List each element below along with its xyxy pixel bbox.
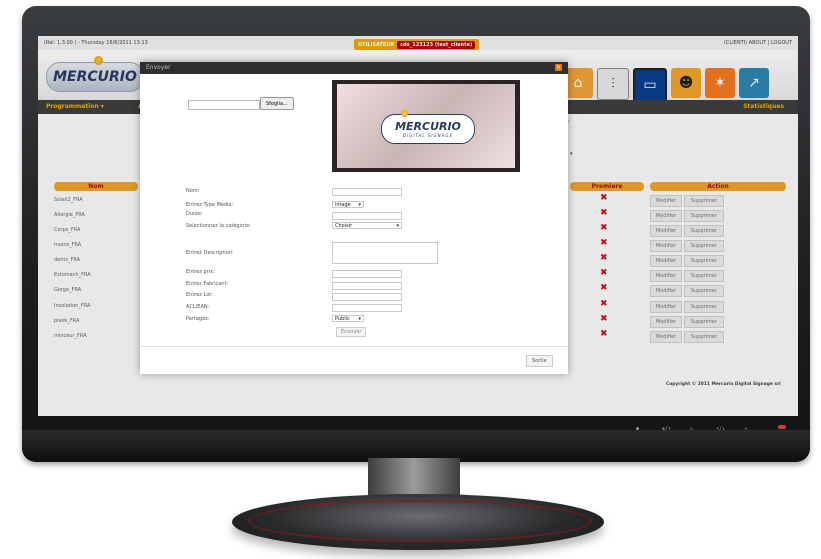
label-lot: Entrez Lot: — [186, 292, 213, 298]
send-button[interactable]: Envoyer — [336, 327, 367, 337]
shared-select-value: Public — [335, 315, 350, 322]
dialog-title: Envoyer — [146, 64, 171, 71]
screen: (Rel: 1.3.00 ) - Thursday 16/6/2011 13:1… — [38, 36, 798, 416]
category-select[interactable]: Choisir ▾ — [332, 222, 402, 229]
label-type: Entrez Type Media: — [186, 202, 234, 208]
monitor-base-ring — [248, 500, 592, 542]
browse-button[interactable]: Sfoglia... — [260, 97, 294, 110]
price-input[interactable] — [332, 270, 402, 278]
shared-select[interactable]: Public ▾ — [332, 315, 364, 322]
monitor-button[interactable]: ◂ — [744, 426, 747, 432]
dialog-footer-divider — [140, 346, 568, 347]
lot-input[interactable] — [332, 293, 402, 301]
label-price: Entrez prix: — [186, 269, 215, 275]
monitor-button[interactable]: ▪/▾ — [662, 426, 671, 432]
monitor-button[interactable]: ▾/▴ — [716, 426, 725, 432]
duration-input[interactable] — [332, 212, 402, 220]
file-path-input[interactable] — [188, 100, 260, 110]
label-category: Sélectionnez la catégorie: — [186, 223, 251, 229]
upload-dialog: Envoyer × Sfoglia... MERCURIO DIGITAL SI… — [140, 62, 568, 374]
power-led[interactable] — [778, 425, 786, 429]
chevron-down-icon: ▾ — [396, 222, 399, 229]
name-input[interactable] — [332, 188, 402, 196]
preview-logo-sub: DIGITAL SIGNAGE — [402, 133, 454, 138]
monitor-button[interactable]: ▭ — [690, 426, 693, 432]
exit-button[interactable]: Sortie — [526, 355, 553, 367]
label-ean: ACL/EAN: — [186, 304, 210, 310]
type-select[interactable]: image ▾ — [332, 201, 364, 208]
chevron-down-icon: ▾ — [358, 201, 361, 208]
maker-input[interactable] — [332, 282, 402, 290]
type-select-value: image — [335, 201, 351, 208]
label-shared: Partagés: — [186, 316, 210, 322]
description-textarea[interactable] — [332, 242, 438, 264]
category-select-value: Choisir — [335, 222, 353, 229]
close-icon[interactable]: × — [555, 64, 562, 71]
ean-input[interactable] — [332, 304, 402, 312]
media-preview: MERCURIO DIGITAL SIGNAGE — [332, 80, 520, 172]
preview-logo-text: MERCURIO — [395, 120, 461, 133]
label-name: Nom: — [186, 188, 200, 194]
monitor-button[interactable]: ● — [636, 426, 639, 432]
label-description: Entrez Description: — [186, 250, 234, 256]
dialog-titlebar[interactable]: Envoyer × — [140, 62, 568, 74]
chevron-down-icon: ▾ — [358, 315, 361, 322]
preview-logo: MERCURIO DIGITAL SIGNAGE — [381, 114, 475, 144]
preview-image: MERCURIO DIGITAL SIGNAGE — [337, 84, 515, 168]
preview-logo-dot — [401, 110, 408, 117]
label-duration: Durée: — [186, 211, 203, 217]
label-maker: Entrez Fabricant: — [186, 281, 229, 287]
